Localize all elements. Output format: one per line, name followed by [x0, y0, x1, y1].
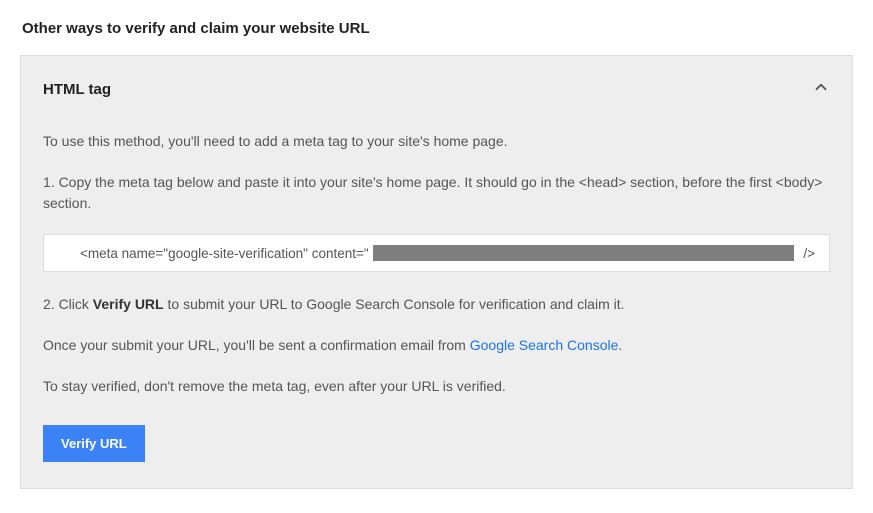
verification-panel: HTML tag To use this method, you'll need…: [20, 55, 853, 489]
panel-header[interactable]: HTML tag: [43, 78, 830, 101]
chevron-up-icon: [812, 78, 830, 101]
google-search-console-link[interactable]: Google Search Console: [470, 337, 619, 353]
confirmation-text: Once your submit your URL, you'll be sen…: [43, 335, 830, 356]
page-title: Other ways to verify and claim your webs…: [22, 20, 853, 37]
meta-tag-code-box[interactable]: <meta name="google-site-verification" co…: [43, 234, 830, 272]
step-1-text: 1. Copy the meta tag below and paste it …: [43, 172, 830, 214]
code-redacted-content: [373, 245, 794, 261]
step-2-prefix: 2. Click: [43, 296, 93, 312]
intro-text: To use this method, you'll need to add a…: [43, 131, 830, 152]
step-2-text: 2. Click Verify URL to submit your URL t…: [43, 294, 830, 315]
step-2-bold: Verify URL: [93, 296, 164, 312]
code-prefix: <meta name="google-site-verification" co…: [80, 246, 369, 261]
confirm-prefix: Once your submit your URL, you'll be sen…: [43, 337, 470, 353]
verify-url-button[interactable]: Verify URL: [43, 425, 145, 462]
stay-verified-note: To stay verified, don't remove the meta …: [43, 376, 830, 397]
step-2-suffix: to submit your URL to Google Search Cons…: [164, 296, 625, 312]
confirm-suffix: .: [618, 337, 622, 353]
code-suffix: />: [800, 246, 815, 261]
panel-header-title: HTML tag: [43, 81, 111, 98]
